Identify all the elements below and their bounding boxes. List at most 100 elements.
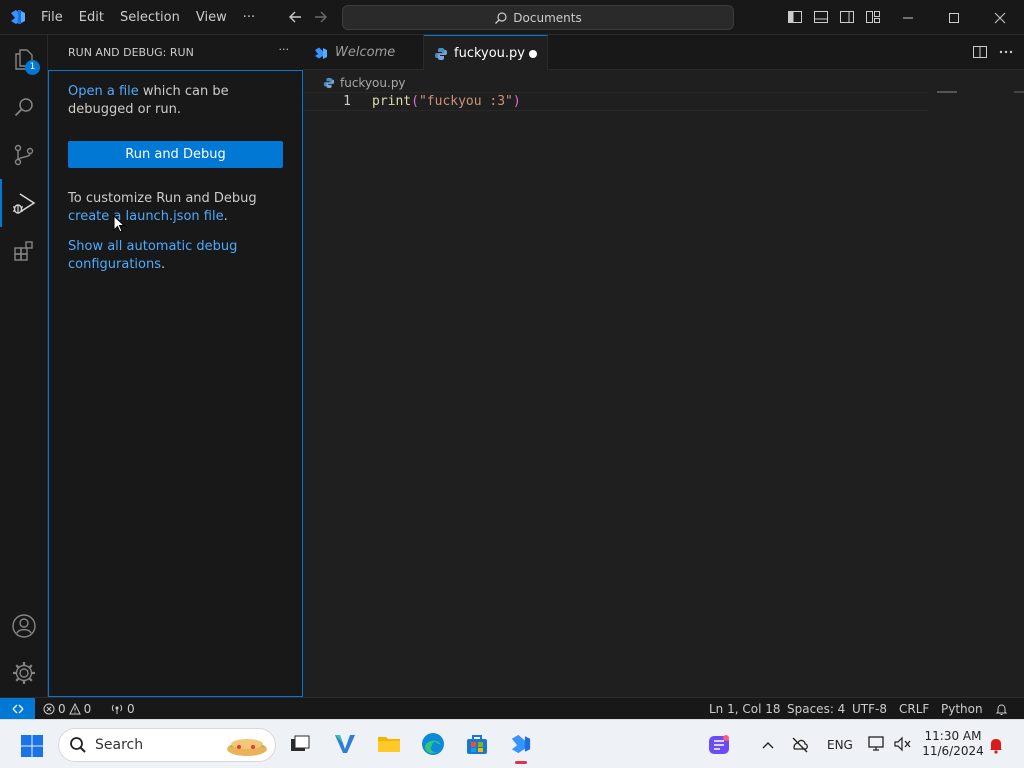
copilot-app-icon[interactable] xyxy=(706,732,732,758)
minimap[interactable] xyxy=(937,91,957,93)
code-editor[interactable]: fuckyou.py 1 print("fuckyou :3") xyxy=(303,70,1024,697)
remote-icon xyxy=(12,704,23,714)
taskbar-app-file-explorer[interactable] xyxy=(375,730,403,758)
indentation[interactable]: Spaces: 4 xyxy=(787,698,845,720)
search-view-button[interactable] xyxy=(0,83,48,131)
folder-icon xyxy=(378,737,400,752)
error-icon xyxy=(43,703,55,715)
ports-count: 0 xyxy=(127,702,135,716)
customize-layout-icon[interactable] xyxy=(865,9,881,25)
task-view-button[interactable] xyxy=(286,730,314,758)
show-configs-paragraph: Show all automatic debug configurations. xyxy=(68,238,283,274)
input-language-indicator[interactable]: ENG xyxy=(827,738,853,752)
clock-date: 11/6/2024 xyxy=(922,744,984,758)
search-icon xyxy=(70,737,86,753)
explorer-badge: 1 xyxy=(25,60,40,75)
extensions-icon xyxy=(14,241,33,261)
warning-count: 0 xyxy=(83,702,92,716)
store-bag-icon xyxy=(467,735,487,754)
language-mode[interactable]: Python xyxy=(941,698,983,720)
toggle-primary-sidebar-icon[interactable] xyxy=(787,9,803,25)
ports-indicator[interactable]: 0 xyxy=(110,698,135,720)
minimize-button[interactable] xyxy=(885,0,931,35)
close-button[interactable] xyxy=(977,0,1023,35)
customize-text: To customize Run and Debug xyxy=(68,191,257,206)
warning-icon xyxy=(68,703,81,715)
taskbar-app-store[interactable] xyxy=(463,730,491,758)
python-file-icon xyxy=(323,77,335,89)
chevron-up-icon[interactable] xyxy=(761,739,775,751)
clock[interactable]: 11:30 AM 11/6/2024 xyxy=(922,729,984,759)
notifications-button[interactable] xyxy=(995,698,1008,720)
forward-arrow-icon[interactable] xyxy=(311,7,331,27)
explorer-view-button[interactable]: 1 xyxy=(0,35,48,83)
activity-bar: 1 xyxy=(0,35,48,697)
toggle-panel-icon[interactable] xyxy=(813,9,829,25)
code-line-1[interactable]: print("fuckyou :3") xyxy=(372,92,521,111)
maximize-button[interactable] xyxy=(931,0,977,35)
sidebar-welcome-content: Open a file which can be debugged or run… xyxy=(48,70,303,697)
edge-browser-icon xyxy=(422,733,444,755)
back-arrow-icon[interactable] xyxy=(285,7,305,27)
open-file-paragraph: Open a file which can be debugged or run… xyxy=(68,83,283,119)
remote-indicator-button[interactable] xyxy=(0,698,35,720)
code-string-token: "fuckyou :3" xyxy=(418,94,513,109)
network-icon[interactable] xyxy=(866,735,886,753)
create-launch-json-link[interactable]: create a launch.json file xyxy=(68,209,224,224)
toggle-secondary-sidebar-icon[interactable] xyxy=(839,9,855,25)
notification-bell-icon[interactable] xyxy=(988,736,1004,754)
search-icon xyxy=(14,98,33,117)
extensions-view-button[interactable] xyxy=(0,227,48,275)
run-and-debug-button[interactable]: Run and Debug xyxy=(68,141,283,168)
menu-file[interactable]: File xyxy=(33,6,71,30)
customize-period: . xyxy=(223,209,228,224)
unsaved-changes-dot[interactable] xyxy=(529,50,537,58)
cloud-offline-icon[interactable] xyxy=(790,735,810,753)
code-function-token: print xyxy=(372,94,412,109)
scrollbar[interactable] xyxy=(1014,91,1024,93)
title-bar: File Edit Selection View ··· Documents xyxy=(0,0,1024,35)
tab-welcome-label: Welcome xyxy=(335,45,396,60)
cursor-position[interactable]: Ln 1, Col 18 xyxy=(709,698,781,720)
speaker-muted-icon[interactable] xyxy=(893,735,913,753)
windows-start-icon[interactable] xyxy=(20,734,44,758)
sidebar-title: RUN AND DEBUG: RUN xyxy=(68,46,194,59)
menu-selection[interactable]: Selection xyxy=(112,6,188,30)
sidebar-header: RUN AND DEBUG: RUN ··· xyxy=(48,35,303,70)
taskbar-app-vs[interactable] xyxy=(331,730,359,758)
account-icon xyxy=(12,614,36,638)
encoding[interactable]: UTF-8 xyxy=(852,698,887,720)
menu-view[interactable]: View xyxy=(188,6,235,30)
vscode-logo-icon xyxy=(11,10,25,24)
editor-tabs: Welcome fuckyou.py xyxy=(303,35,1024,71)
menu-more[interactable]: ··· xyxy=(235,6,263,30)
show-all-period: . xyxy=(161,257,166,272)
more-actions-icon[interactable] xyxy=(998,44,1014,60)
menu-edit[interactable]: Edit xyxy=(71,6,112,30)
breadcrumb-file[interactable]: fuckyou.py xyxy=(340,76,406,90)
run-and-debug-view-button[interactable] xyxy=(0,179,48,227)
manage-settings-button[interactable] xyxy=(0,649,48,697)
vscode-app-icon xyxy=(511,734,531,754)
end-of-line[interactable]: CRLF xyxy=(899,698,929,720)
broadcast-icon xyxy=(111,704,123,714)
taskbar-app-edge[interactable] xyxy=(419,730,447,758)
mouse-cursor-icon xyxy=(113,215,125,233)
visual-studio-app-icon xyxy=(335,735,355,753)
taskbar-app-vscode[interactable] xyxy=(507,730,535,764)
command-center[interactable]: Documents xyxy=(342,5,734,30)
split-editor-icon[interactable] xyxy=(972,44,988,60)
tab-welcome[interactable]: Welcome xyxy=(303,35,424,70)
search-icon xyxy=(495,11,507,24)
problems-indicator[interactable]: 0 0 xyxy=(43,698,91,720)
tab-fuckyou-py[interactable]: fuckyou.py xyxy=(424,35,548,71)
source-control-view-button[interactable] xyxy=(0,131,48,179)
close-icon xyxy=(994,12,1006,23)
open-file-link[interactable]: Open a file xyxy=(68,84,139,99)
show-all-debug-configurations-link[interactable]: Show all automatic debug configurations xyxy=(68,239,237,272)
breadcrumb[interactable]: fuckyou.py xyxy=(323,73,406,93)
sidebar-more-actions-button[interactable]: ··· xyxy=(279,43,290,56)
accounts-button[interactable] xyxy=(0,602,48,650)
taskbar-search-box[interactable]: Search xyxy=(58,728,276,762)
search-highlight-sandwich-icon xyxy=(227,739,267,756)
